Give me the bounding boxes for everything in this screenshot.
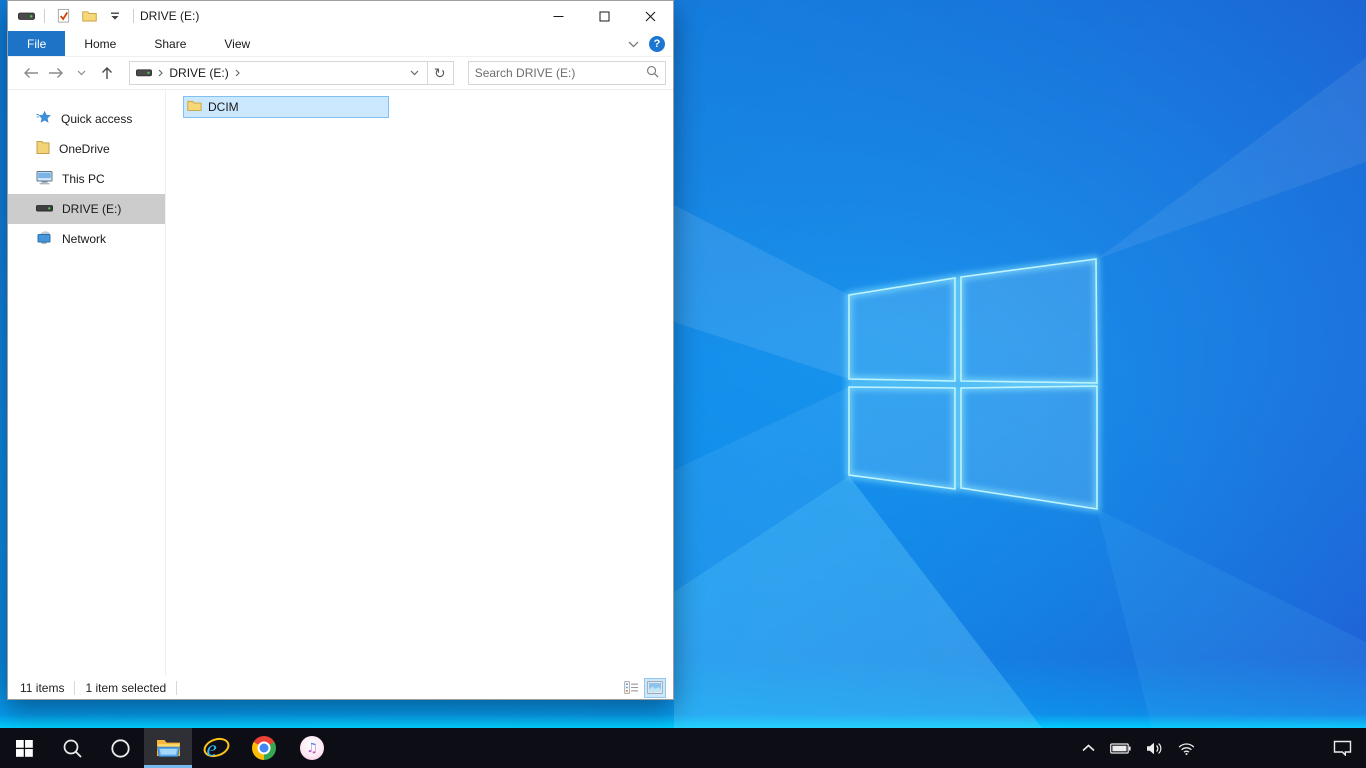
up-button[interactable] [96, 61, 117, 85]
tab-file[interactable]: File [8, 31, 66, 56]
taskbar-chrome-button[interactable] [240, 728, 288, 768]
drive-icon [136, 66, 153, 80]
sidebar-item-label: OneDrive [59, 142, 110, 156]
file-item-dcim[interactable]: DCIM [183, 96, 389, 118]
search-icon[interactable] [646, 65, 659, 81]
tab-view[interactable]: View [205, 31, 269, 56]
file-explorer-window: DRIVE (E:) File Home Share View ? DRIVE … [7, 0, 674, 700]
hidden-icons-chevron-icon[interactable] [1082, 744, 1095, 752]
sidebar-item-onedrive[interactable]: OneDrive [8, 134, 165, 164]
address-bar[interactable]: DRIVE (E:) ↻ [129, 61, 454, 85]
sidebar-item-label: DRIVE (E:) [62, 202, 122, 216]
ribbon-tab-bar: File Home Share View ? [8, 31, 673, 57]
wifi-icon[interactable] [1178, 742, 1195, 755]
maximize-button[interactable] [581, 1, 627, 31]
sidebar-item-network[interactable]: Network [8, 224, 165, 254]
selection-count: 1 item selected [85, 680, 167, 695]
onedrive-folder-icon [36, 140, 50, 158]
sidebar-item-drive-e[interactable]: DRIVE (E:) [8, 194, 165, 224]
details-view-button[interactable] [621, 679, 641, 697]
title-bar[interactable]: DRIVE (E:) [8, 1, 673, 31]
tab-home[interactable]: Home [65, 31, 135, 56]
search-button[interactable] [48, 728, 96, 768]
sidebar-item-quick-access[interactable]: Quick access [8, 104, 165, 134]
navigation-pane: Quick access OneDrive This PC DRIVE (E:) [8, 90, 166, 676]
battery-icon[interactable] [1110, 742, 1131, 754]
sidebar-item-label: This PC [62, 172, 105, 186]
forward-button[interactable] [45, 61, 66, 85]
search-input[interactable] [474, 66, 646, 80]
drive-icon [16, 5, 36, 27]
close-button[interactable] [627, 1, 673, 31]
cortana-button[interactable] [96, 728, 144, 768]
caption-buttons [535, 1, 673, 31]
sidebar-item-label: Network [62, 232, 107, 246]
search-box[interactable] [467, 61, 666, 85]
taskbar: e ♫ [0, 728, 1366, 768]
address-divider [426, 62, 428, 84]
chrome-icon [252, 736, 276, 760]
status-separator [176, 680, 178, 695]
volume-icon[interactable] [1146, 742, 1163, 755]
this-pc-monitor-icon [36, 170, 53, 188]
start-button[interactable] [0, 728, 48, 768]
drive-icon [36, 202, 53, 216]
taskbar-internet-explorer-button[interactable]: e [192, 728, 240, 768]
back-button[interactable] [20, 61, 41, 85]
sidebar-item-this-pc[interactable]: This PC [8, 164, 165, 194]
refresh-icon[interactable]: ↻ [429, 62, 451, 84]
address-dropdown-chevron-icon[interactable] [404, 62, 426, 84]
status-bar: 11 items 1 item selected [8, 676, 673, 699]
breadcrumb-chevron-icon[interactable] [152, 69, 169, 77]
system-tray [1082, 728, 1366, 768]
tab-share[interactable]: Share [135, 31, 205, 56]
action-center-icon[interactable] [1333, 740, 1352, 756]
status-separator [74, 680, 76, 695]
customize-qat-chevron[interactable] [105, 5, 125, 27]
help-icon[interactable]: ? [649, 35, 665, 52]
folder-icon [187, 100, 202, 115]
properties-check-icon[interactable] [53, 5, 73, 27]
new-folder-icon[interactable] [79, 5, 99, 27]
recent-locations-chevron-icon[interactable] [71, 61, 92, 85]
taskbar-file-explorer-button[interactable] [144, 728, 192, 768]
itunes-icon: ♫ [300, 736, 324, 760]
items-count: 11 items [20, 680, 65, 695]
file-list-area[interactable]: DCIM [166, 90, 673, 676]
qat-separator [44, 9, 45, 23]
navigation-bar: DRIVE (E:) ↻ [8, 57, 673, 90]
window-title: DRIVE (E:) [140, 9, 200, 23]
quick-access-star-icon [36, 110, 52, 128]
breadcrumb-chevron-icon[interactable] [229, 69, 246, 77]
svg-text:e: e [206, 736, 216, 761]
large-thumbnails-view-button[interactable] [644, 677, 666, 698]
taskbar-itunes-button[interactable]: ♫ [288, 728, 336, 768]
quick-access-toolbar [8, 5, 136, 27]
expand-ribbon-chevron-icon[interactable] [628, 37, 639, 51]
network-icon [36, 230, 53, 248]
file-name: DCIM [208, 100, 239, 114]
qat-separator [133, 9, 134, 23]
sidebar-item-label: Quick access [61, 112, 133, 126]
breadcrumb-crumb[interactable]: DRIVE (E:) [169, 66, 228, 80]
minimize-button[interactable] [535, 1, 581, 31]
